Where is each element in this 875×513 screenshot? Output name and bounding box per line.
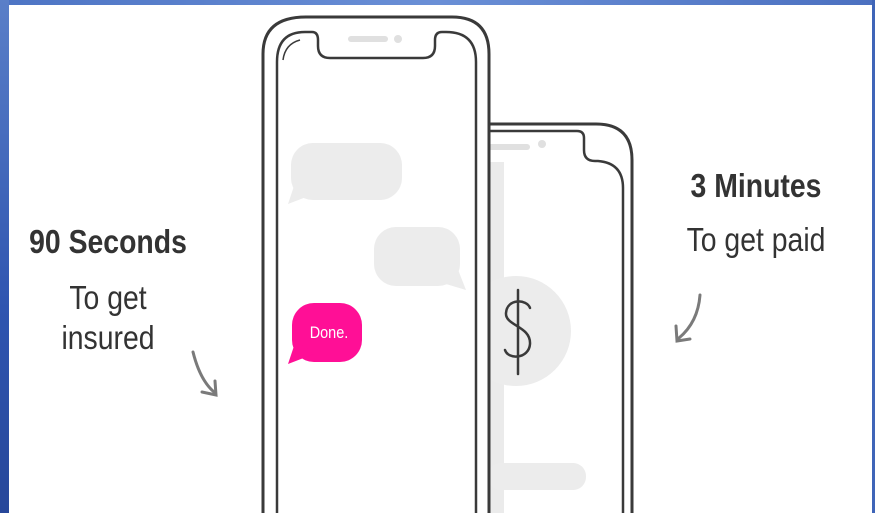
curved-arrow-down-left-icon	[191, 350, 218, 397]
insure-time-headline: 90 Seconds	[29, 223, 187, 260]
curved-arrow-down-right-icon	[674, 293, 702, 343]
payout-time-subtitle: To get paid	[686, 221, 826, 258]
front-phone	[261, 15, 491, 513]
insure-time-caption: 90 Seconds To get insured	[22, 222, 194, 358]
outgoing-message-bubble	[374, 227, 466, 290]
payment-bar	[488, 463, 586, 490]
done-message-text: Done.	[309, 323, 349, 342]
payout-time-caption: 3 Minutes To get paid	[670, 166, 842, 260]
insure-time-subtitle: To get insured	[61, 279, 155, 356]
incoming-message-bubble	[288, 143, 402, 204]
payout-time-headline: 3 Minutes	[690, 167, 822, 204]
